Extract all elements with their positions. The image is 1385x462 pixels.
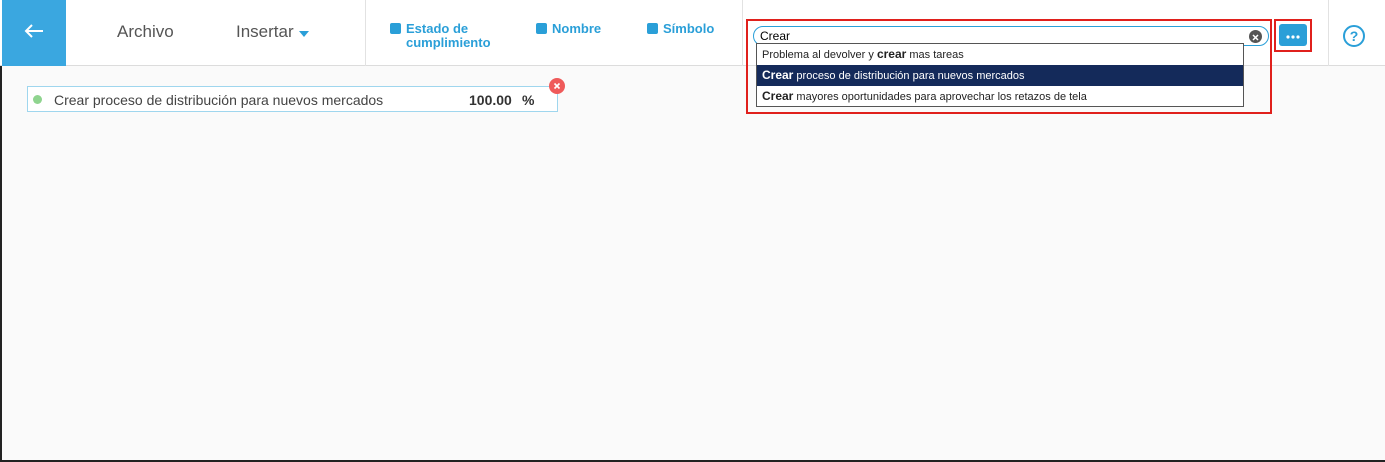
- divider: [1328, 0, 1329, 66]
- search-input[interactable]: [760, 28, 1240, 44]
- caret-down-icon: [298, 22, 309, 42]
- menu-file-label: Archivo: [117, 22, 174, 41]
- indicator-unit: %: [522, 92, 535, 108]
- search-suggestions: Problema al devolver y crear mas tareas …: [756, 43, 1244, 107]
- toggle-status-label: Estado de cumplimiento: [406, 21, 491, 50]
- suggestion-item[interactable]: Crear mayores oportunidades para aprovec…: [757, 86, 1243, 107]
- status-dot: [33, 95, 42, 104]
- arrow-left-icon: [24, 23, 44, 44]
- menu-file[interactable]: Archivo: [117, 22, 174, 42]
- more-options-button[interactable]: [1279, 24, 1307, 46]
- toggle-name-label: Nombre: [552, 21, 602, 36]
- checkbox-icon: [647, 23, 658, 34]
- close-icon: [553, 77, 561, 95]
- ellipsis-icon: [1286, 26, 1300, 44]
- suggestion-item[interactable]: Problema al devolver y crear mas tareas: [757, 44, 1243, 65]
- close-icon: [1252, 28, 1259, 46]
- help-button[interactable]: ?: [1343, 25, 1365, 47]
- menu-insert-label: Insertar: [236, 22, 294, 41]
- indicator-title: Crear proceso de distribución para nuevo…: [54, 92, 384, 108]
- checkbox-icon: [536, 23, 547, 34]
- checkbox-icon: [390, 23, 401, 34]
- remove-card-button[interactable]: [549, 78, 565, 94]
- clear-search-button[interactable]: [1249, 30, 1262, 43]
- toggle-status[interactable]: Estado de cumplimiento: [390, 22, 491, 50]
- indicator-card[interactable]: Crear proceso de distribución para nuevo…: [27, 86, 558, 112]
- question-icon: ?: [1349, 28, 1359, 44]
- indicator-value: 100.00: [469, 92, 512, 108]
- divider: [742, 0, 743, 66]
- toggle-symbol[interactable]: Símbolo: [647, 22, 714, 36]
- toggle-name[interactable]: Nombre: [536, 22, 601, 36]
- suggestion-item-selected[interactable]: Crear proceso de distribución para nuevo…: [757, 65, 1243, 86]
- toggle-symbol-label: Símbolo: [663, 21, 715, 36]
- divider: [365, 0, 366, 66]
- back-button[interactable]: [2, 0, 66, 66]
- menu-insert[interactable]: Insertar: [236, 22, 309, 42]
